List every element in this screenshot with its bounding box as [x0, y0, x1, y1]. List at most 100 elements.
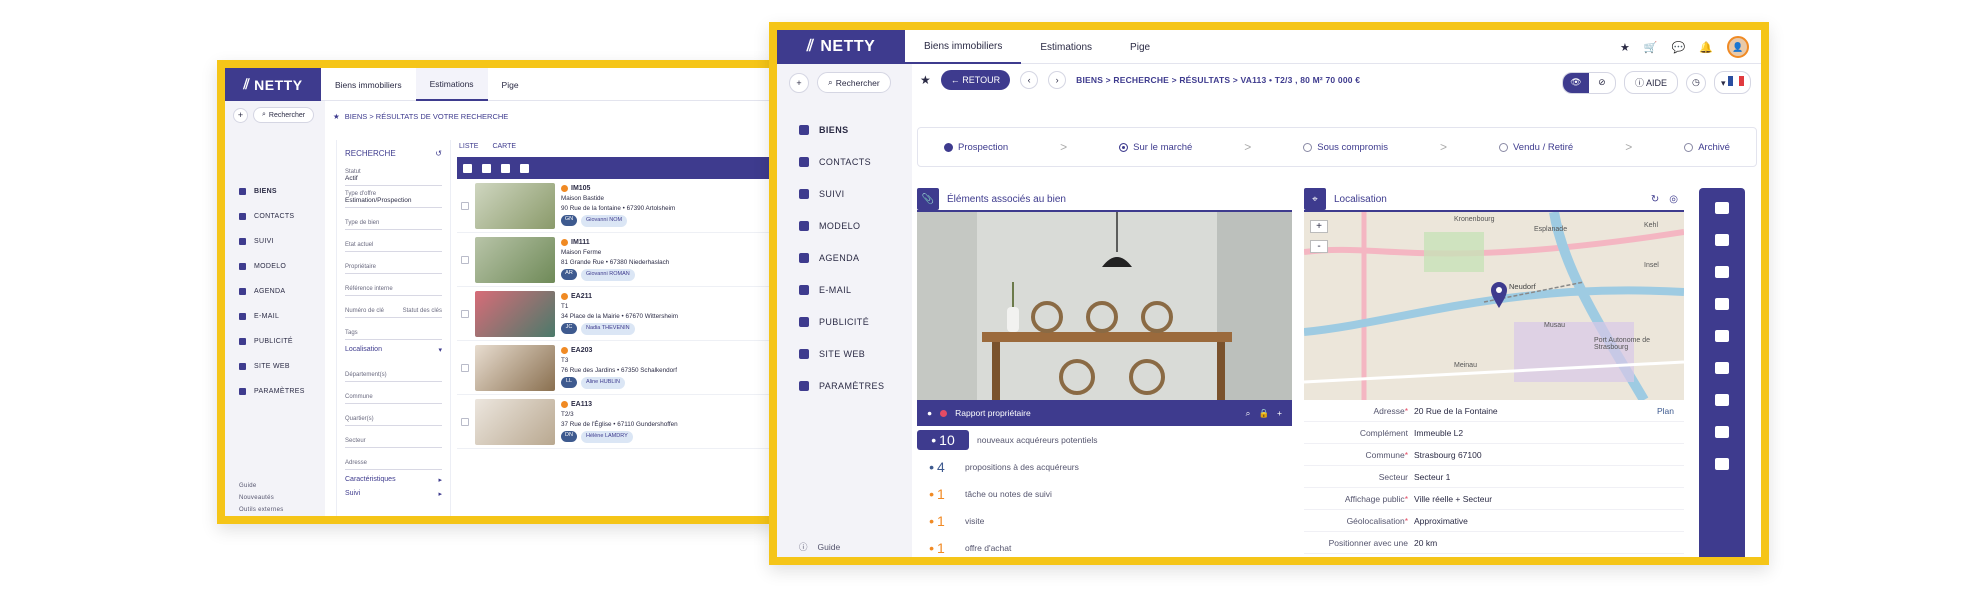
netty-logo[interactable]: ⫽ NETTY — [225, 68, 321, 101]
lock-icon[interactable]: 🔒 — [1258, 408, 1269, 419]
tags-field[interactable]: Tags — [345, 318, 442, 340]
record-icon[interactable] — [940, 409, 948, 417]
row-checkbox[interactable] — [461, 309, 469, 318]
search-button[interactable]: ⌕ Rechercher — [253, 107, 315, 123]
etat-field[interactable]: Etat actuel — [345, 230, 442, 252]
avatar[interactable]: 👤 — [1727, 36, 1749, 58]
row-checkbox[interactable] — [461, 417, 469, 426]
localisation-section[interactable]: Localisation ▾ — [345, 346, 442, 354]
refresh-icon[interactable]: ↻ — [1651, 194, 1659, 205]
step-sur-le-marche[interactable]: Sur le marché — [1119, 142, 1192, 153]
property-thumbnail[interactable] — [475, 182, 555, 229]
sidebar-item-agenda[interactable]: AGENDA — [777, 242, 906, 274]
tab-pige[interactable]: Pige — [1111, 30, 1169, 64]
add-button[interactable]: + — [789, 72, 809, 93]
download-icon[interactable] — [520, 163, 529, 173]
stat-row[interactable]: • 10 nouveaux acquéreurs potentiels — [917, 426, 1292, 453]
departement-field[interactable]: Département(s) — [345, 360, 442, 382]
tab-liste[interactable]: LISTE — [459, 143, 478, 150]
step-archive[interactable]: Archivé — [1684, 142, 1730, 153]
tab-biens[interactable]: Biens immobiliers — [321, 68, 416, 101]
sidebar-item-email[interactable]: E-MAIL — [225, 304, 319, 329]
sidebar-item-biens[interactable]: BIENS — [225, 179, 319, 204]
sidebar-item-parametres[interactable]: PARAMÈTRES — [225, 379, 319, 404]
sidebar-item-agenda[interactable]: AGENDA — [225, 279, 319, 304]
star-icon[interactable]: ★ — [333, 112, 340, 121]
edit-icon[interactable] — [1715, 202, 1729, 214]
add-button[interactable]: + — [233, 107, 248, 123]
stat-row[interactable]: • 1 offre d'achat — [917, 534, 1292, 557]
secteur-field[interactable]: Secteur — [345, 426, 442, 448]
property-thumbnail[interactable] — [475, 290, 555, 337]
outils-link[interactable]: Outils externes — [225, 504, 298, 516]
cloud-icon[interactable] — [482, 163, 491, 173]
field-value[interactable]: 20 km — [1414, 538, 1674, 548]
list-item[interactable]: EA211 T1 34 Place de la Mairie • 67670 Wit… — [457, 287, 769, 341]
agent-name[interactable]: Nadia THEVENIN — [581, 322, 635, 335]
search-button[interactable]: ⌕ Rechercher — [817, 72, 891, 93]
tab-biens[interactable]: Biens immobiliers — [905, 30, 1022, 64]
commune-field[interactable]: Commune — [345, 382, 442, 404]
netty-logo[interactable]: ⫽ NETTY — [777, 30, 905, 64]
print-icon[interactable] — [1715, 266, 1729, 278]
property-thumbnail[interactable] — [475, 344, 555, 391]
visibility-toggle[interactable]: 👁 ⊘ — [1561, 71, 1616, 94]
sidebar-item-site-web[interactable]: SITE WEB — [225, 354, 319, 379]
camera-icon[interactable] — [1715, 394, 1729, 406]
field-value[interactable]: Strasbourg 67100 — [1414, 450, 1674, 460]
row-checkbox[interactable] — [461, 363, 469, 372]
play-icon[interactable]: ● — [927, 408, 932, 418]
sidebar-item-site-web[interactable]: SITE WEB — [777, 338, 906, 370]
handshake-icon[interactable] — [1715, 426, 1729, 438]
bell-icon[interactable]: 🔔 — [1699, 41, 1713, 54]
clock-icon[interactable]: ◷ — [1685, 72, 1706, 93]
agent-name[interactable]: Giovanni ROMAN — [581, 268, 635, 281]
nouveautes-link[interactable]: Nouveautés — [225, 492, 298, 504]
cle-fields[interactable]: Numéro de clé Statut des clés — [345, 296, 442, 318]
tab-carte[interactable]: CARTE — [492, 143, 516, 150]
row-checkbox[interactable] — [461, 255, 469, 264]
list-item[interactable]: IM111 Maison Ferme 81 Grande Rue • 67380 N… — [457, 233, 769, 287]
retour-button[interactable]: ← RETOUR — [940, 70, 1011, 90]
stat-row[interactable]: • 1 tâche ou notes de suivi — [917, 480, 1292, 507]
property-photo[interactable] — [917, 212, 1292, 400]
select-all-icon[interactable] — [463, 163, 472, 173]
agent-name[interactable]: Giovanni NOM — [581, 214, 628, 227]
sidebar-item-suivi[interactable]: SUIVI — [225, 229, 319, 254]
reset-icon[interactable]: ↺ — [435, 149, 442, 158]
field-value[interactable]: Secteur 1 — [1414, 472, 1674, 482]
cart-icon[interactable] — [501, 163, 510, 173]
suivi-section[interactable]: Suivi ▸ — [345, 490, 442, 498]
proprietaire-field[interactable]: Propriétaire — [345, 252, 442, 274]
property-thumbnail[interactable] — [475, 236, 555, 283]
cart-icon[interactable]: 🛒 — [1644, 41, 1658, 54]
image-icon[interactable] — [1715, 298, 1729, 310]
prev-icon[interactable]: ‹ — [1020, 71, 1039, 89]
property-thumbnail[interactable] — [475, 398, 555, 445]
tab-estimations[interactable]: Estimations — [1021, 30, 1111, 64]
step-prospection[interactable]: Prospection — [943, 142, 1008, 153]
type-offre-select[interactable]: Type d'offre Estimation/Prospection — [345, 186, 442, 208]
agent-name[interactable]: Aline HUBLIN — [581, 376, 625, 389]
list-item[interactable]: EA113 T2/3 37 Rue de l'Église • 67110 Gund… — [457, 395, 769, 449]
zoom-in-button[interactable]: + — [1310, 220, 1328, 233]
field-value[interactable]: Immeuble L2 — [1414, 428, 1674, 438]
adresse-field[interactable]: Adresse — [345, 448, 442, 470]
map[interactable]: + - Esplanade Kronenbourg Neudorf Musau … — [1304, 212, 1684, 400]
guide-link[interactable]: Guide — [225, 480, 298, 492]
mail-icon[interactable] — [1715, 330, 1729, 342]
star-icon[interactable]: ★ — [1620, 41, 1630, 54]
step-sous-compromis[interactable]: Sous compromis — [1303, 142, 1388, 153]
target-icon[interactable]: ◎ — [1669, 194, 1678, 205]
sidebar-item-suivi[interactable]: SUIVI — [777, 178, 906, 210]
next-icon[interactable]: › — [1048, 71, 1067, 89]
cart-icon[interactable] — [1715, 458, 1729, 470]
field-value[interactable]: Ville réelle + Secteur — [1414, 494, 1674, 504]
language-select[interactable]: ▾ — [1713, 71, 1751, 94]
plus-icon[interactable]: + — [1277, 408, 1282, 418]
sidebar-item-email[interactable]: E-MAIL — [777, 274, 906, 306]
sidebar-item-modelo[interactable]: MODELO — [225, 254, 319, 279]
thumbs-up-icon[interactable] — [1715, 362, 1729, 374]
guide-link[interactable]: ⓘ Guide — [799, 541, 840, 553]
star-icon[interactable]: ★ — [920, 73, 931, 87]
